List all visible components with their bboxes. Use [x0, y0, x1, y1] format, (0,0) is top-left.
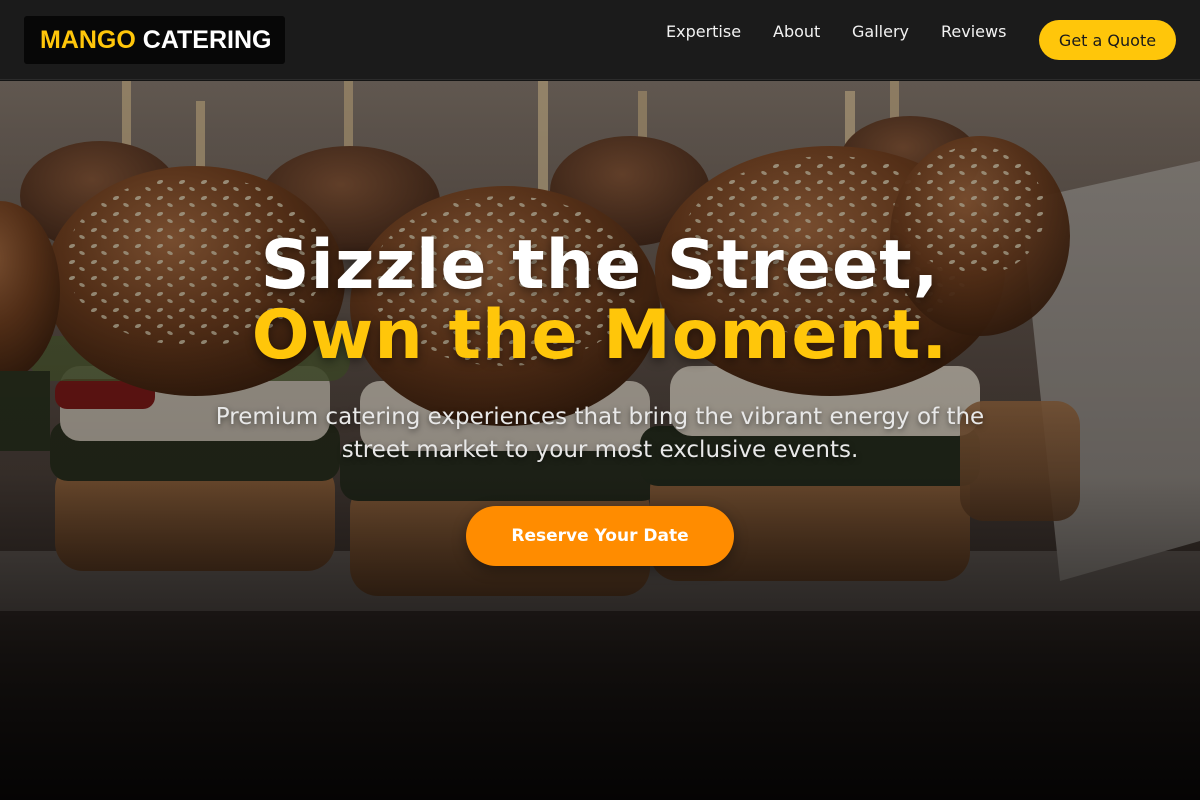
- nav-link-expertise[interactable]: Expertise: [666, 20, 741, 44]
- nav-links: Expertise About Gallery Reviews: [0, 20, 1200, 44]
- nav-link-reviews[interactable]: Reviews: [941, 20, 1006, 44]
- hero-title: Sizzle the Street, Own the Moment.: [0, 231, 1200, 371]
- hero-title-line-1: Sizzle the Street,: [260, 226, 940, 305]
- navbar: MANGO CATERING Expertise About Gallery R…: [0, 0, 1200, 80]
- get-quote-button[interactable]: Get a Quote: [1039, 20, 1176, 60]
- hero-section: Sizzle the Street, Own the Moment. Premi…: [0, 81, 1200, 800]
- nav-link-gallery[interactable]: Gallery: [852, 20, 909, 44]
- hero-title-line-2: Own the Moment.: [251, 296, 949, 375]
- nav-link-about[interactable]: About: [773, 20, 820, 44]
- hero-subtitle: Premium catering experiences that bring …: [215, 404, 985, 463]
- reserve-date-button[interactable]: Reserve Your Date: [466, 506, 734, 566]
